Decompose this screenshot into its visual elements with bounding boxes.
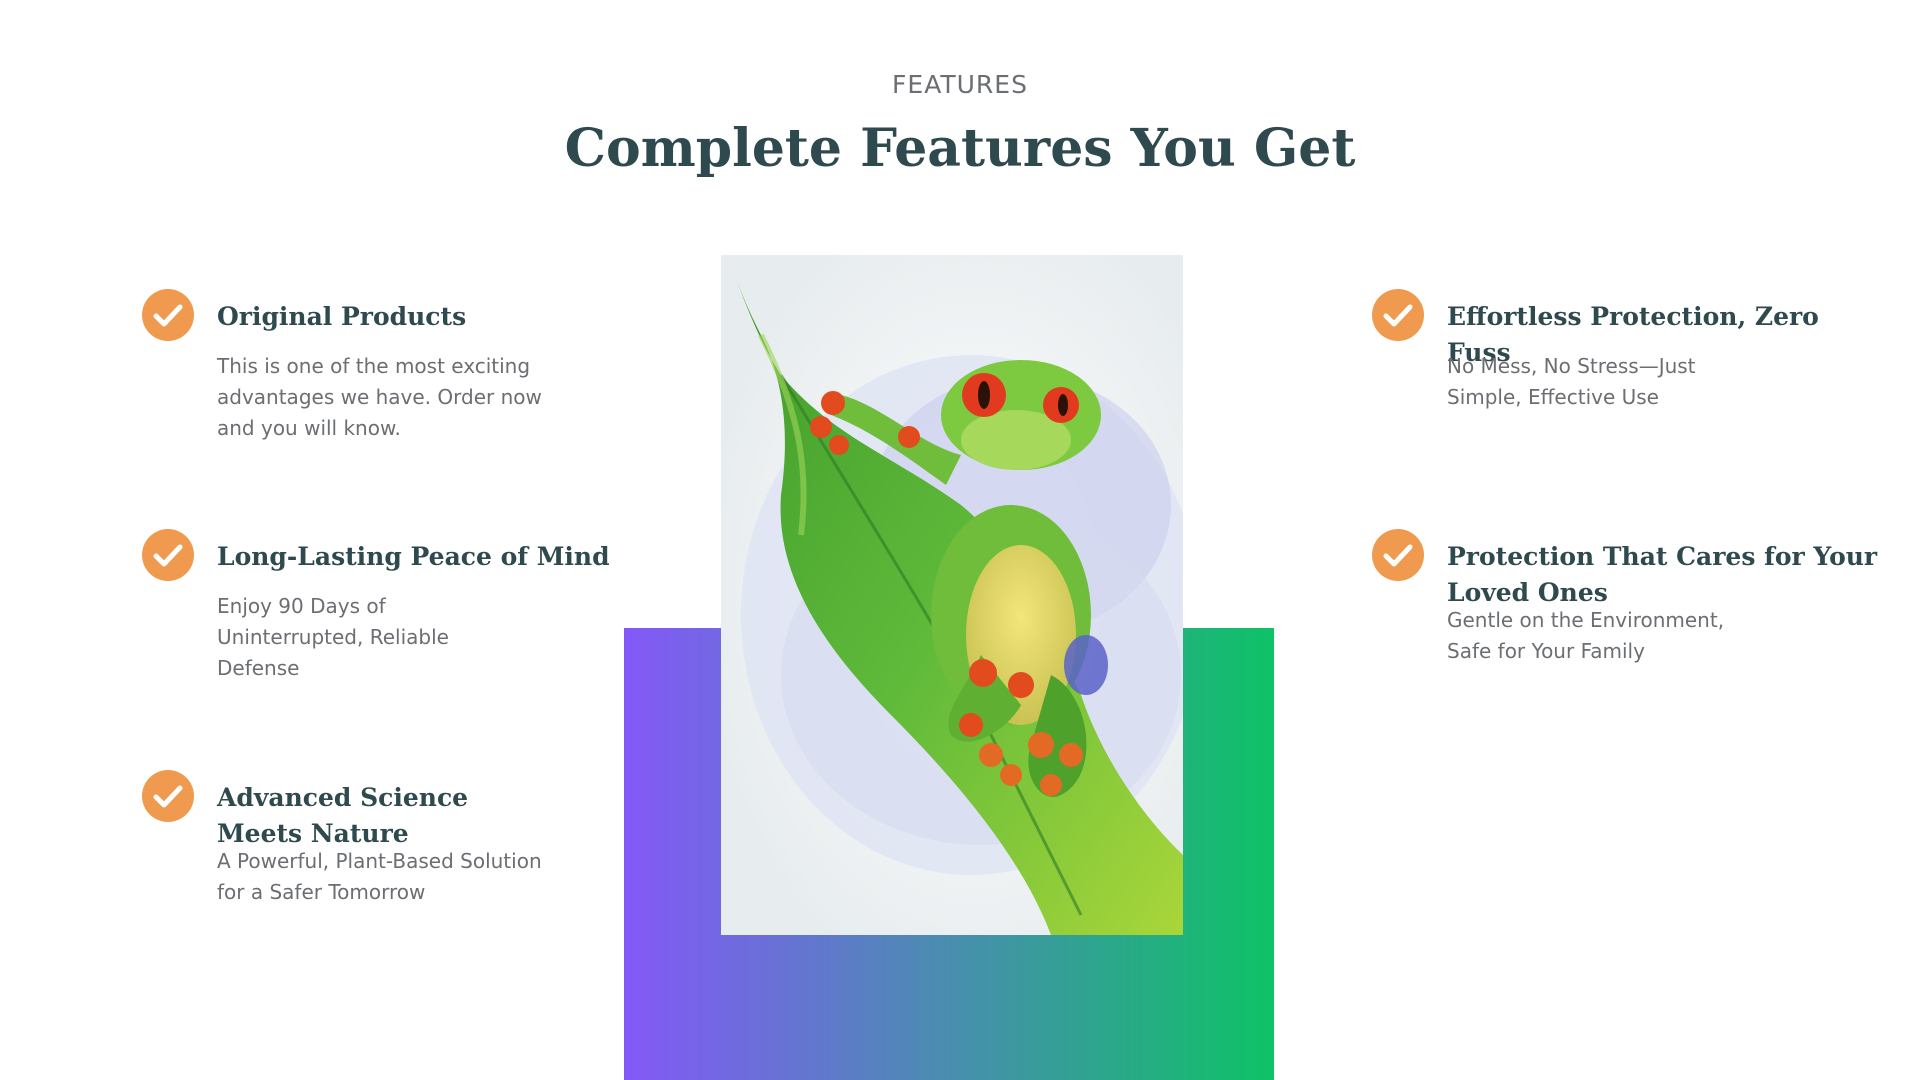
check-circle-icon [1372, 529, 1424, 581]
check-circle-icon [142, 289, 194, 341]
check-circle-icon [142, 770, 194, 822]
feature-title: Original Products [217, 302, 467, 331]
frog-illustration [721, 255, 1183, 935]
feature-description: This is one of the most exciting advanta… [217, 354, 542, 440]
feature-description: Gentle on the Environment, Safe for Your… [1447, 608, 1725, 663]
feature-description: Enjoy 90 Days of Uninterrupted, Reliable… [217, 594, 449, 680]
feature-title: Long-Lasting Peace of Mind [217, 542, 610, 571]
section-title: Complete Features You Get [564, 118, 1356, 179]
feature-description: A Powerful, Plant-Based Solution for a S… [217, 849, 542, 904]
check-circle-icon [1372, 289, 1424, 341]
feature-description: No Mess, No Stress—Just Simple, Effectiv… [1447, 354, 1696, 409]
section-eyebrow: FEATURES [892, 70, 1028, 99]
check-circle-icon [142, 529, 194, 581]
feature-title: Advanced Science Meets Nature [217, 783, 469, 848]
feature-title: Protection That Cares for Your Loved One… [1447, 542, 1878, 607]
